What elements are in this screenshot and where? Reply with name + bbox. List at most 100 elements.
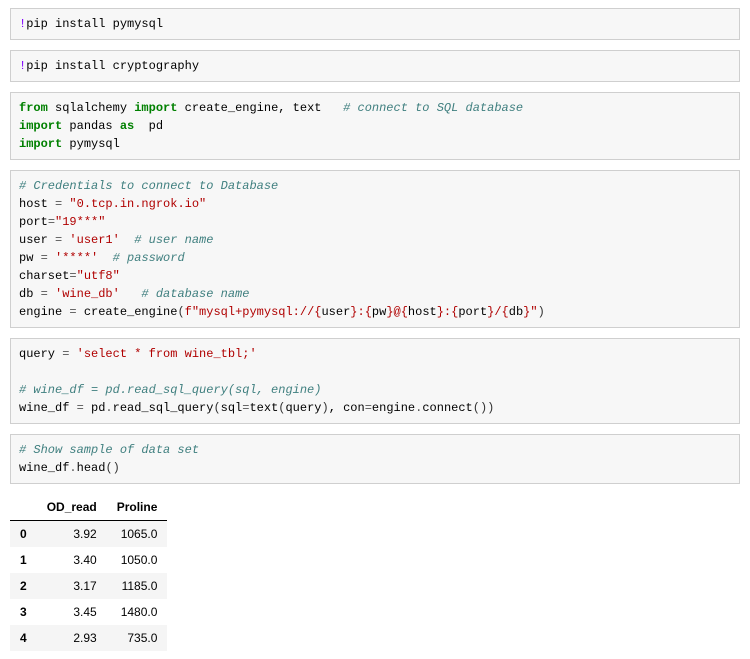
dot: . — [69, 461, 76, 475]
code-cell-1: !pip install pymysql — [10, 8, 740, 40]
interp: port — [458, 305, 487, 319]
interp: pw — [372, 305, 386, 319]
string: '****' — [55, 251, 98, 265]
paren: ) — [113, 461, 120, 475]
code-cell-4: # Credentials to connect to Database hos… — [10, 170, 740, 328]
cell: 1480.0 — [107, 599, 168, 625]
fstring: }:{ — [437, 305, 459, 319]
fn: text — [249, 401, 278, 415]
var: wine_df — [19, 461, 69, 475]
string: "utf8" — [77, 269, 120, 283]
kw-from: from — [19, 101, 48, 115]
paren: ( — [473, 401, 480, 415]
kw-as: as — [120, 119, 134, 133]
module: pymysql — [62, 137, 120, 151]
interp: db — [509, 305, 523, 319]
table-row: 0 3.92 1065.0 — [10, 521, 167, 548]
sp — [48, 251, 55, 265]
fstring: }@{ — [386, 305, 408, 319]
col-header: Proline — [107, 494, 168, 521]
fn: connect — [422, 401, 472, 415]
var: charset — [19, 269, 69, 283]
kw-import: import — [19, 137, 62, 151]
table-row: 1 3.40 1050.0 — [10, 547, 167, 573]
cell: 2.93 — [37, 625, 107, 651]
fstring: f"mysql+pymysql://{ — [185, 305, 322, 319]
comment: # password — [98, 251, 184, 265]
paren: ( — [105, 461, 112, 475]
fn: read_sql_query — [113, 401, 214, 415]
kw-import: import — [19, 119, 62, 133]
dot: . — [105, 401, 112, 415]
cell: 1065.0 — [107, 521, 168, 548]
paren: ) — [487, 401, 494, 415]
row-index: 3 — [10, 599, 37, 625]
cell: 3.92 — [37, 521, 107, 548]
cell: 3.45 — [37, 599, 107, 625]
table-row: 4 2.93 735.0 — [10, 625, 167, 651]
op-eq: = — [69, 269, 76, 283]
string: "0.tcp.in.ngrok.io" — [69, 197, 206, 211]
fstring: }:{ — [350, 305, 372, 319]
comment: # connect to SQL database — [343, 101, 523, 115]
code-cell-6: # Show sample of data set wine_df.head() — [10, 434, 740, 484]
var: port — [19, 215, 48, 229]
comment: # Credentials to connect to Database — [19, 179, 278, 193]
fn: head — [77, 461, 106, 475]
cell: 1185.0 — [107, 573, 168, 599]
var: host — [19, 197, 55, 211]
comment: # database name — [120, 287, 250, 301]
code-cell-3: from sqlalchemy import create_engine, te… — [10, 92, 740, 160]
var: user — [19, 233, 55, 247]
output-table: OD_read Proline 0 3.92 1065.0 1 3.40 105… — [10, 494, 167, 651]
row-index: 1 — [10, 547, 37, 573]
sp — [69, 347, 76, 361]
comment: # Show sample of data set — [19, 443, 199, 457]
cell: 3.40 — [37, 547, 107, 573]
row-index: 4 — [10, 625, 37, 651]
string: 'wine_db' — [55, 287, 120, 301]
string: 'select * from wine_tbl;' — [77, 347, 257, 361]
var: pw — [19, 251, 41, 265]
kw-import: import — [134, 101, 177, 115]
index-header — [10, 494, 37, 521]
row-index: 2 — [10, 573, 37, 599]
table-header-row: OD_read Proline — [10, 494, 167, 521]
op-eq: = — [41, 251, 48, 265]
op-eq: = — [77, 401, 84, 415]
alias: pd — [134, 119, 163, 133]
var: query — [19, 347, 62, 361]
fstring: }/{ — [487, 305, 509, 319]
string: 'user1' — [69, 233, 119, 247]
op-eq: = — [48, 215, 55, 229]
sp — [48, 287, 55, 301]
cell: 3.17 — [37, 573, 107, 599]
var: wine_df — [19, 401, 77, 415]
op-eq: = — [69, 305, 76, 319]
row-index: 0 — [10, 521, 37, 548]
fstring: }" — [523, 305, 537, 319]
comment: # wine_df = pd.read_sql_query(sql, engin… — [19, 383, 321, 397]
table-row: 3 3.45 1480.0 — [10, 599, 167, 625]
cell: 1050.0 — [107, 547, 168, 573]
arg: , con — [329, 401, 365, 415]
interp: user — [321, 305, 350, 319]
shell-command: pip install cryptography — [26, 59, 199, 73]
op-eq: = — [365, 401, 372, 415]
interp: host — [408, 305, 437, 319]
imports: create_engine, text — [177, 101, 343, 115]
arg: query — [285, 401, 321, 415]
code-cell-5: query = 'select * from wine_tbl;' # wine… — [10, 338, 740, 424]
comment: # user name — [120, 233, 214, 247]
code-cell-2: !pip install cryptography — [10, 50, 740, 82]
cell: 735.0 — [107, 625, 168, 651]
string: "19***" — [55, 215, 105, 229]
module: pandas — [62, 119, 120, 133]
paren: ( — [177, 305, 184, 319]
fn: create_engine — [77, 305, 178, 319]
arg: sql — [221, 401, 243, 415]
col-header: OD_read — [37, 494, 107, 521]
obj: pd — [84, 401, 106, 415]
paren: ( — [213, 401, 220, 415]
op-eq: = — [41, 287, 48, 301]
